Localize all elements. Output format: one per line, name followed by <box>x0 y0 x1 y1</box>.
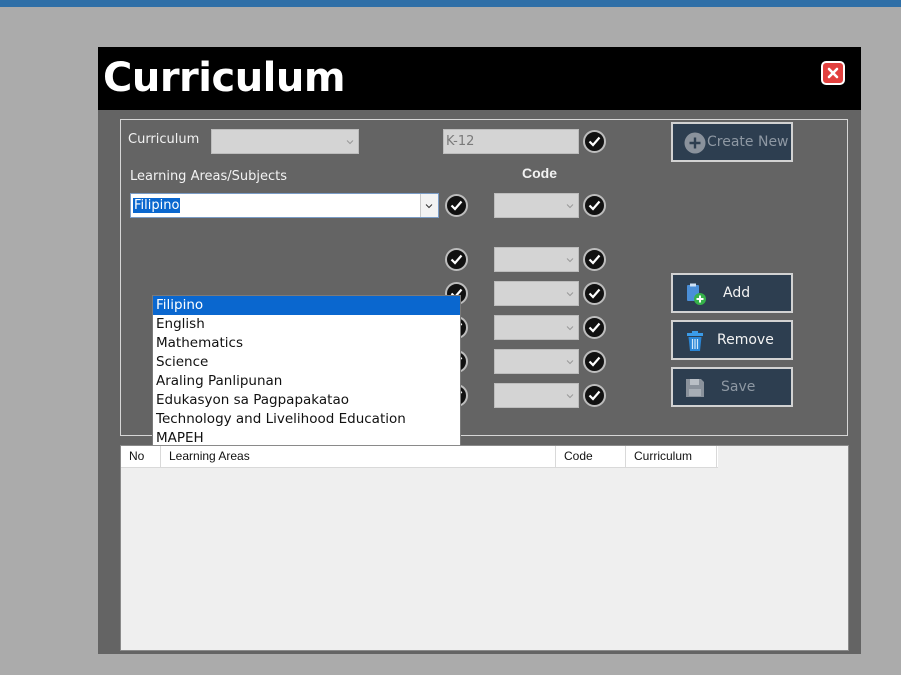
confirm-code-2-button[interactable] <box>583 248 606 271</box>
floppy-disk-icon <box>686 379 704 397</box>
window-title: Curriculum <box>103 55 346 101</box>
create-new-button[interactable]: Create New <box>671 122 793 162</box>
dropdown-option[interactable]: Technology and Livelihood Education <box>153 410 460 429</box>
confirm-code-6-button[interactable] <box>583 384 606 407</box>
chevron-down-icon <box>566 394 574 399</box>
subject-dropdown-list: Filipino English Mathematics Science Araling… <box>152 295 461 446</box>
checkmark-icon <box>588 136 601 147</box>
chevron-down-icon <box>346 140 354 145</box>
create-new-label: Create New <box>707 134 789 150</box>
chevron-down-icon <box>425 204 433 209</box>
code-select-6[interactable] <box>494 383 579 408</box>
code-label: Code <box>522 165 557 181</box>
code-select-1[interactable] <box>494 193 579 218</box>
title-bar: Curriculum <box>98 47 861 110</box>
code-select-5[interactable] <box>494 349 579 374</box>
learning-areas-label: Learning Areas/Subjects <box>130 169 288 184</box>
plus-circle-icon <box>684 132 706 154</box>
add-button[interactable]: Add <box>671 273 793 313</box>
remove-label: Remove <box>717 332 774 348</box>
checkmark-icon <box>588 288 601 299</box>
dropdown-option[interactable]: English <box>153 315 460 334</box>
trash-icon <box>687 331 703 351</box>
form-panel: Curriculum K-12 Create New Learning Area… <box>120 119 848 446</box>
confirm-code-4-button[interactable] <box>583 316 606 339</box>
confirm-curriculum-button[interactable] <box>583 130 606 153</box>
dropdown-toggle[interactable] <box>420 194 438 217</box>
checkmark-icon <box>588 356 601 367</box>
code-select-4[interactable] <box>494 315 579 340</box>
add-document-icon <box>687 283 706 305</box>
remove-button[interactable]: Remove <box>671 320 793 360</box>
curriculum-table: No Learning Areas Code Curriculum <box>120 445 849 651</box>
code-select-3[interactable] <box>494 281 579 306</box>
dropdown-option[interactable]: Filipino <box>153 296 460 315</box>
save-button[interactable]: Save <box>671 367 793 407</box>
confirm-code-3-button[interactable] <box>583 282 606 305</box>
add-label: Add <box>723 285 751 301</box>
chevron-down-icon <box>566 360 574 365</box>
dropdown-option[interactable]: Edukasyon sa Pagpapakatao <box>153 391 460 410</box>
column-curriculum[interactable]: Curriculum <box>626 446 717 467</box>
curriculum-window: Curriculum Curriculum K-12 Create New Le… <box>98 47 861 654</box>
column-code[interactable]: Code <box>556 446 626 467</box>
column-no[interactable]: No <box>121 446 161 467</box>
confirm-subject-2-button[interactable] <box>445 248 468 271</box>
chevron-down-icon <box>566 292 574 297</box>
subject-select-1[interactable]: Filipino <box>130 193 439 218</box>
checkmark-icon <box>588 254 601 265</box>
code-select-2[interactable] <box>494 247 579 272</box>
chevron-down-icon <box>566 258 574 263</box>
chevron-down-icon <box>566 204 574 209</box>
dropdown-option[interactable]: Science <box>153 353 460 372</box>
checkmark-icon <box>450 200 463 211</box>
close-icon <box>827 67 839 79</box>
table-header: No Learning Areas Code Curriculum <box>121 446 718 468</box>
checkmark-icon <box>588 200 601 211</box>
subject-select-value: Filipino <box>133 198 181 213</box>
dropdown-option[interactable]: Mathematics <box>153 334 460 353</box>
save-label: Save <box>721 379 756 395</box>
checkmark-icon <box>588 390 601 401</box>
checkmark-icon <box>450 254 463 265</box>
chevron-down-icon <box>566 326 574 331</box>
confirm-code-1-button[interactable] <box>583 194 606 217</box>
dropdown-option[interactable]: Araling Panlipunan <box>153 372 460 391</box>
top-strip <box>0 0 901 7</box>
confirm-subject-1-button[interactable] <box>445 194 468 217</box>
confirm-code-5-button[interactable] <box>583 350 606 373</box>
curriculum-name-field[interactable]: K-12 <box>443 129 579 154</box>
curriculum-select[interactable] <box>211 129 359 154</box>
column-learning-areas[interactable]: Learning Areas <box>161 446 556 467</box>
close-button[interactable] <box>821 61 845 85</box>
checkmark-icon <box>588 322 601 333</box>
curriculum-label: Curriculum <box>128 132 200 147</box>
